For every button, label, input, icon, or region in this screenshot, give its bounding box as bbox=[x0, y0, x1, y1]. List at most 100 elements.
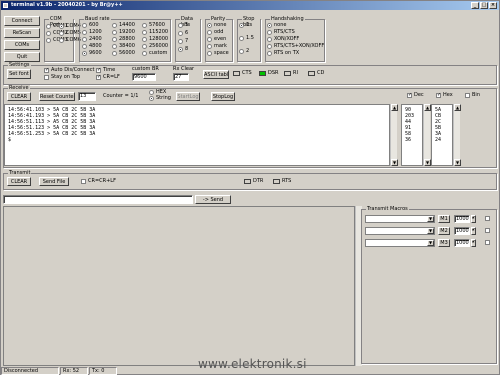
receive-terminal[interactable]: 14:56:41.103 > 5A CB 2C 5B 3A 14:56:41.19… bbox=[4, 104, 390, 166]
receive-clear-button[interactable]: CLEAR bbox=[7, 92, 31, 101]
cr-crlf-checkbox[interactable] bbox=[81, 179, 86, 184]
close-button[interactable]: × bbox=[489, 2, 497, 9]
com-radio-3[interactable] bbox=[59, 24, 64, 29]
dtr-led[interactable] bbox=[244, 179, 251, 184]
transmit-clear-button[interactable]: CLEAR bbox=[7, 177, 31, 186]
macro-repeat-checkbox[interactable] bbox=[485, 216, 490, 221]
baud-radio-4[interactable] bbox=[82, 51, 87, 56]
macro-send-button[interactable]: M1 bbox=[438, 215, 450, 223]
com-radio-1[interactable] bbox=[46, 31, 51, 36]
transmit-terminal[interactable] bbox=[3, 206, 355, 366]
hex-checkbox[interactable]: ✓ bbox=[436, 93, 441, 98]
stop-log-button[interactable]: StopLog bbox=[211, 92, 235, 101]
set-font-button[interactable]: Set font bbox=[7, 69, 31, 79]
parity-radio-4[interactable] bbox=[207, 51, 212, 56]
parity-radio-0[interactable] bbox=[207, 23, 212, 28]
baud-radio-7[interactable] bbox=[112, 37, 117, 42]
stopbits-radio-2[interactable] bbox=[239, 49, 244, 54]
macro-interval-input[interactable]: 1000 bbox=[454, 227, 470, 235]
macro-repeat-checkbox[interactable] bbox=[485, 240, 490, 245]
macro-send-button[interactable]: M2 bbox=[438, 227, 450, 235]
spinner-icon[interactable]: ▲▼ bbox=[471, 215, 476, 223]
minimize-button[interactable]: _ bbox=[471, 2, 479, 9]
baud-radio-0[interactable] bbox=[82, 23, 87, 28]
stay-on-top-checkbox[interactable] bbox=[44, 75, 49, 80]
baud-radio-12[interactable] bbox=[142, 37, 147, 42]
databits-radio-2[interactable] bbox=[178, 39, 183, 44]
scroll-down-icon[interactable]: ▼ bbox=[454, 159, 461, 166]
maximize-button[interactable]: □ bbox=[480, 2, 488, 9]
ascii-table-button[interactable]: ASCII table bbox=[203, 70, 229, 79]
chevron-down-icon[interactable]: ▼ bbox=[427, 240, 434, 246]
macro-dropdown[interactable]: ▼ bbox=[365, 239, 435, 247]
scroll-down-icon[interactable]: ▼ bbox=[424, 159, 431, 166]
baud-radio-10[interactable] bbox=[142, 23, 147, 28]
parity-radio-2[interactable] bbox=[207, 37, 212, 42]
bin-checkbox[interactable] bbox=[465, 93, 470, 98]
rts-led[interactable] bbox=[273, 179, 280, 184]
cr-lf-checkbox[interactable]: ✓ bbox=[96, 75, 101, 80]
baud-radio-3[interactable] bbox=[82, 44, 87, 49]
handshake-radio-3[interactable] bbox=[267, 44, 272, 49]
databits-radio-0[interactable] bbox=[178, 23, 183, 28]
baud-radio-8[interactable] bbox=[112, 44, 117, 49]
counter-input[interactable]: 13 bbox=[78, 92, 96, 101]
baud-radio-2[interactable] bbox=[82, 37, 87, 42]
dec-scrollbar[interactable]: ▲ ▼ bbox=[423, 104, 431, 166]
chevron-down-icon[interactable]: ▼ bbox=[427, 228, 434, 234]
baud-radio-6[interactable] bbox=[112, 30, 117, 35]
scroll-down-icon[interactable]: ▼ bbox=[391, 159, 398, 166]
send-button[interactable]: -> Send bbox=[195, 195, 231, 204]
baud-radio-13[interactable] bbox=[142, 44, 147, 49]
rx-clear-input[interactable]: 27 bbox=[173, 73, 189, 81]
handshake-radio-1[interactable] bbox=[267, 30, 272, 35]
receive-scrollbar[interactable]: ▲ ▼ bbox=[390, 104, 398, 166]
com-radio-5[interactable] bbox=[59, 38, 64, 43]
stopbits-radio-0[interactable] bbox=[239, 23, 244, 28]
scroll-up-icon[interactable]: ▲ bbox=[391, 104, 398, 111]
hex-scrollbar[interactable]: ▲ ▼ bbox=[453, 104, 461, 166]
baud-radio-9[interactable] bbox=[112, 51, 117, 56]
macro-send-button[interactable]: M3 bbox=[438, 239, 450, 247]
com-radio-4[interactable] bbox=[59, 31, 64, 36]
macro-dropdown[interactable]: ▼ bbox=[365, 215, 435, 223]
handshake-radio-4[interactable] bbox=[267, 51, 272, 56]
spinner-icon[interactable]: ▲▼ bbox=[471, 227, 476, 235]
dec-checkbox[interactable]: ✓ bbox=[407, 93, 412, 98]
scroll-up-icon[interactable]: ▲ bbox=[454, 104, 461, 111]
coms-button[interactable]: COMs bbox=[4, 40, 40, 50]
macro-dropdown[interactable]: ▼ bbox=[365, 227, 435, 235]
start-log-button[interactable]: StartLog bbox=[176, 92, 200, 101]
spinner-icon[interactable]: ▲▼ bbox=[471, 239, 476, 247]
baud-radio-11[interactable] bbox=[142, 30, 147, 35]
databits-radio-3[interactable] bbox=[178, 47, 183, 52]
parity-radio-3[interactable] bbox=[207, 44, 212, 49]
parity-label-2: even bbox=[214, 36, 227, 42]
baud-radio-1[interactable] bbox=[82, 30, 87, 35]
custom-br-input[interactable]: 9600 bbox=[132, 73, 156, 81]
scroll-up-icon[interactable]: ▲ bbox=[424, 104, 431, 111]
stopbits-radio-1[interactable] bbox=[239, 36, 244, 41]
parity-radio-1[interactable] bbox=[207, 30, 212, 35]
chevron-down-icon[interactable]: ▼ bbox=[427, 216, 434, 222]
quit-button[interactable]: Quit bbox=[4, 52, 40, 62]
handshake-radio-0[interactable] bbox=[267, 23, 272, 28]
hex-mode-radio[interactable] bbox=[149, 90, 154, 95]
send-file-button[interactable]: Send File bbox=[39, 177, 69, 186]
rescan-button[interactable]: ReScan bbox=[4, 28, 40, 38]
transmit-input[interactable] bbox=[3, 195, 193, 204]
handshake-radio-2[interactable] bbox=[267, 37, 272, 42]
baud-radio-5[interactable] bbox=[112, 23, 117, 28]
com-radio-0[interactable] bbox=[46, 24, 51, 29]
com-radio-2[interactable] bbox=[46, 38, 51, 43]
reset-counter-button[interactable]: Reset Counter bbox=[39, 92, 75, 101]
macro-interval-input[interactable]: 1000 bbox=[454, 239, 470, 247]
macro-repeat-checkbox[interactable] bbox=[485, 228, 490, 233]
databits-radio-1[interactable] bbox=[178, 31, 183, 36]
auto-dis-connect-checkbox[interactable]: ✓ bbox=[44, 68, 49, 73]
time-checkbox[interactable]: ✓ bbox=[96, 68, 101, 73]
connect-button[interactable]: Connect bbox=[4, 16, 40, 26]
string-mode-radio[interactable] bbox=[149, 96, 154, 101]
macro-interval-input[interactable]: 1000 bbox=[454, 215, 470, 223]
baud-radio-14[interactable] bbox=[142, 51, 147, 56]
